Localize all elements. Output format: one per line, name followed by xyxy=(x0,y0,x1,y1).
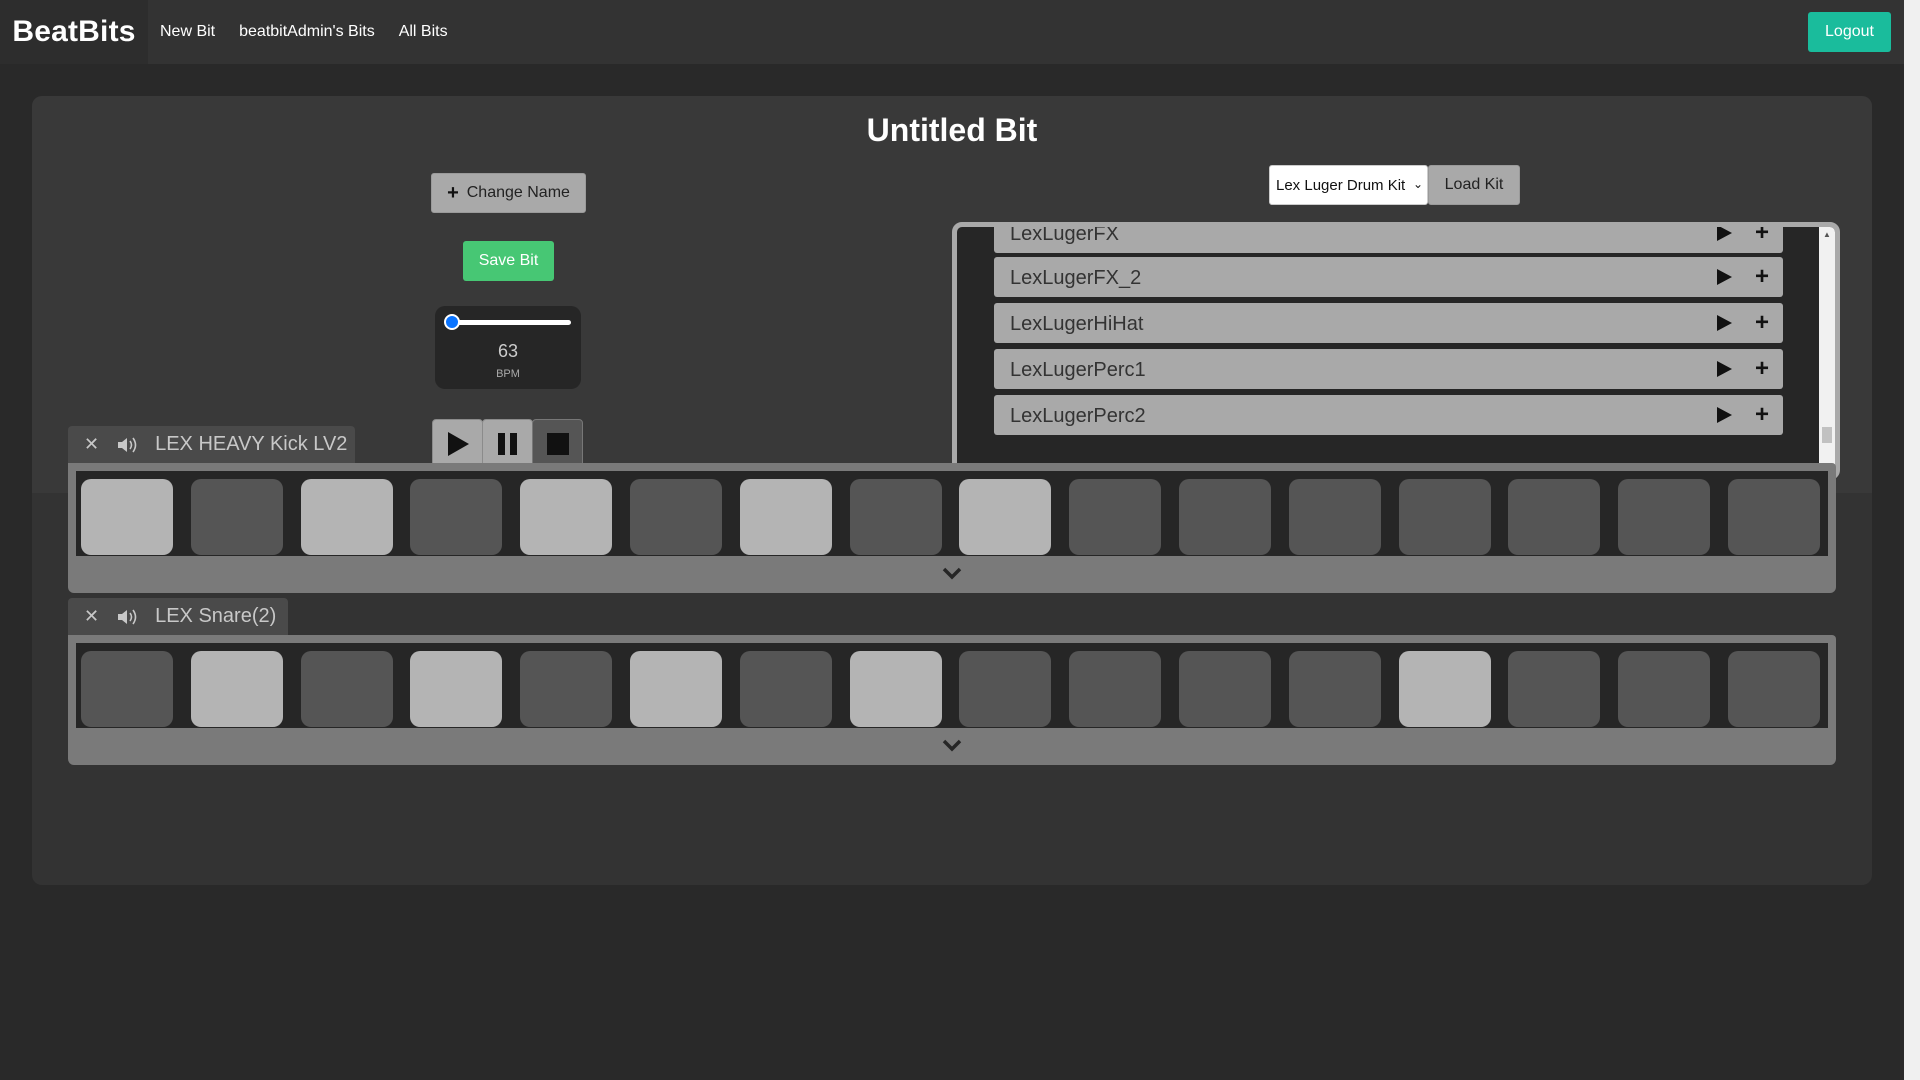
load-kit-button[interactable]: Load Kit xyxy=(1428,165,1520,205)
bit-editor-card: Untitled Bit + Change Name Save Bit 63 B… xyxy=(32,96,1872,885)
step-pad[interactable] xyxy=(1508,479,1601,555)
play-icon[interactable] xyxy=(1714,359,1734,379)
chevron-down-icon: ⌄ xyxy=(1412,177,1423,191)
step-pad[interactable] xyxy=(410,479,503,555)
scroll-up-icon[interactable]: ▲ xyxy=(1823,230,1831,239)
plus-icon[interactable]: + xyxy=(1755,263,1769,291)
track-name: LEX Snare(2) xyxy=(155,605,277,627)
step-pad[interactable] xyxy=(520,479,613,555)
step-sequencer xyxy=(76,643,1828,728)
step-pad[interactable] xyxy=(1288,651,1381,727)
step-pad[interactable] xyxy=(739,479,832,555)
step-sequencer xyxy=(76,471,1828,556)
close-icon[interactable]: ✕ xyxy=(84,434,99,455)
chevron-down-icon[interactable] xyxy=(942,566,962,580)
plus-icon[interactable]: + xyxy=(1755,227,1769,247)
step-pad[interactable] xyxy=(520,651,613,727)
volume-icon[interactable] xyxy=(117,436,139,454)
sample-row: LexLugerFX + xyxy=(994,223,1783,253)
step-pad[interactable] xyxy=(959,479,1052,555)
step-pad[interactable] xyxy=(1398,479,1491,555)
step-pad[interactable] xyxy=(81,651,173,727)
kit-select-value: Lex Luger Drum Kit xyxy=(1276,176,1406,194)
kit-select[interactable]: Lex Luger Drum Kit ⌄ xyxy=(1269,165,1428,205)
track-body xyxy=(68,635,1836,765)
sample-name: LexLugerPerc1 xyxy=(1010,359,1146,381)
tempo-control: 63 BPM xyxy=(435,306,581,389)
step-pad[interactable] xyxy=(81,479,173,555)
step-pad[interactable] xyxy=(959,651,1052,727)
nav-link-all-bits[interactable]: All Bits xyxy=(399,23,448,41)
step-pad[interactable] xyxy=(300,651,393,727)
tempo-value: 63 xyxy=(497,341,519,361)
chevron-down-icon[interactable] xyxy=(942,738,962,752)
save-bit-button[interactable]: Save Bit xyxy=(463,241,554,281)
sample-name: LexLugerFX xyxy=(1010,223,1119,245)
step-pad[interactable] xyxy=(1069,479,1162,555)
sample-name: LexLugerHiHat xyxy=(1010,313,1144,335)
play-icon[interactable] xyxy=(1714,405,1734,425)
plus-icon[interactable]: + xyxy=(1755,355,1769,383)
logout-button[interactable]: Logout xyxy=(1808,12,1891,52)
sample-row: LexLugerFX_2 + xyxy=(994,257,1783,297)
plus-icon: + xyxy=(447,181,459,204)
sample-name: LexLugerPerc2 xyxy=(1010,405,1146,427)
sample-name: LexLugerFX_2 xyxy=(1010,267,1142,289)
tempo-unit: BPM xyxy=(496,368,520,380)
play-icon[interactable] xyxy=(1714,313,1734,333)
sample-row: LexLugerPerc1 + xyxy=(994,349,1783,389)
bit-title: Untitled Bit xyxy=(866,112,1038,148)
step-pad[interactable] xyxy=(190,651,283,727)
step-pad[interactable] xyxy=(630,651,722,727)
step-pad[interactable] xyxy=(1618,479,1711,555)
track-tab: ✕ LEX Snare(2) xyxy=(68,598,288,635)
step-pad[interactable] xyxy=(1728,479,1820,555)
change-name-button[interactable]: + Change Name xyxy=(431,173,586,213)
close-icon[interactable]: ✕ xyxy=(84,606,99,627)
plus-icon[interactable]: + xyxy=(1755,401,1769,429)
change-name-label: Change Name xyxy=(466,184,570,201)
nav-link-my-bits[interactable]: beatbitAdmin's Bits xyxy=(239,23,375,41)
track-body xyxy=(68,463,1836,593)
step-pad[interactable] xyxy=(849,651,942,727)
tempo-slider-track[interactable] xyxy=(447,320,571,325)
plus-icon[interactable]: + xyxy=(1755,309,1769,337)
step-pad[interactable] xyxy=(1728,651,1820,727)
brand-logo[interactable]: BeatBits xyxy=(0,0,148,64)
step-pad[interactable] xyxy=(1069,651,1162,727)
track-panel: ✕ LEX Snare(2) xyxy=(68,598,1836,765)
volume-icon[interactable] xyxy=(117,608,139,626)
track-name: LEX HEAVY Kick LV2 xyxy=(155,433,348,455)
step-pad[interactable] xyxy=(1288,479,1381,555)
nav-link-new-bit[interactable]: New Bit xyxy=(160,23,215,41)
play-icon[interactable] xyxy=(1714,267,1734,287)
track-panel: ✕ LEX HEAVY Kick LV2 xyxy=(68,426,1836,593)
step-pad[interactable] xyxy=(1618,651,1711,727)
sample-row: LexLugerHiHat + xyxy=(994,303,1783,343)
step-pad[interactable] xyxy=(190,479,283,555)
step-pad[interactable] xyxy=(849,479,942,555)
step-pad[interactable] xyxy=(630,479,722,555)
page-scrollbar[interactable] xyxy=(1904,0,1920,1080)
play-icon[interactable] xyxy=(1714,223,1734,243)
top-navbar: BeatBits New Bit beatbitAdmin's Bits All… xyxy=(0,0,1904,64)
step-pad[interactable] xyxy=(410,651,503,727)
step-pad[interactable] xyxy=(1398,651,1491,727)
step-pad[interactable] xyxy=(1508,651,1601,727)
tempo-slider-thumb[interactable] xyxy=(443,314,460,330)
step-pad[interactable] xyxy=(300,479,393,555)
step-pad[interactable] xyxy=(1179,479,1271,555)
track-tab: ✕ LEX HEAVY Kick LV2 xyxy=(68,426,355,463)
step-pad[interactable] xyxy=(739,651,832,727)
step-pad[interactable] xyxy=(1179,651,1271,727)
